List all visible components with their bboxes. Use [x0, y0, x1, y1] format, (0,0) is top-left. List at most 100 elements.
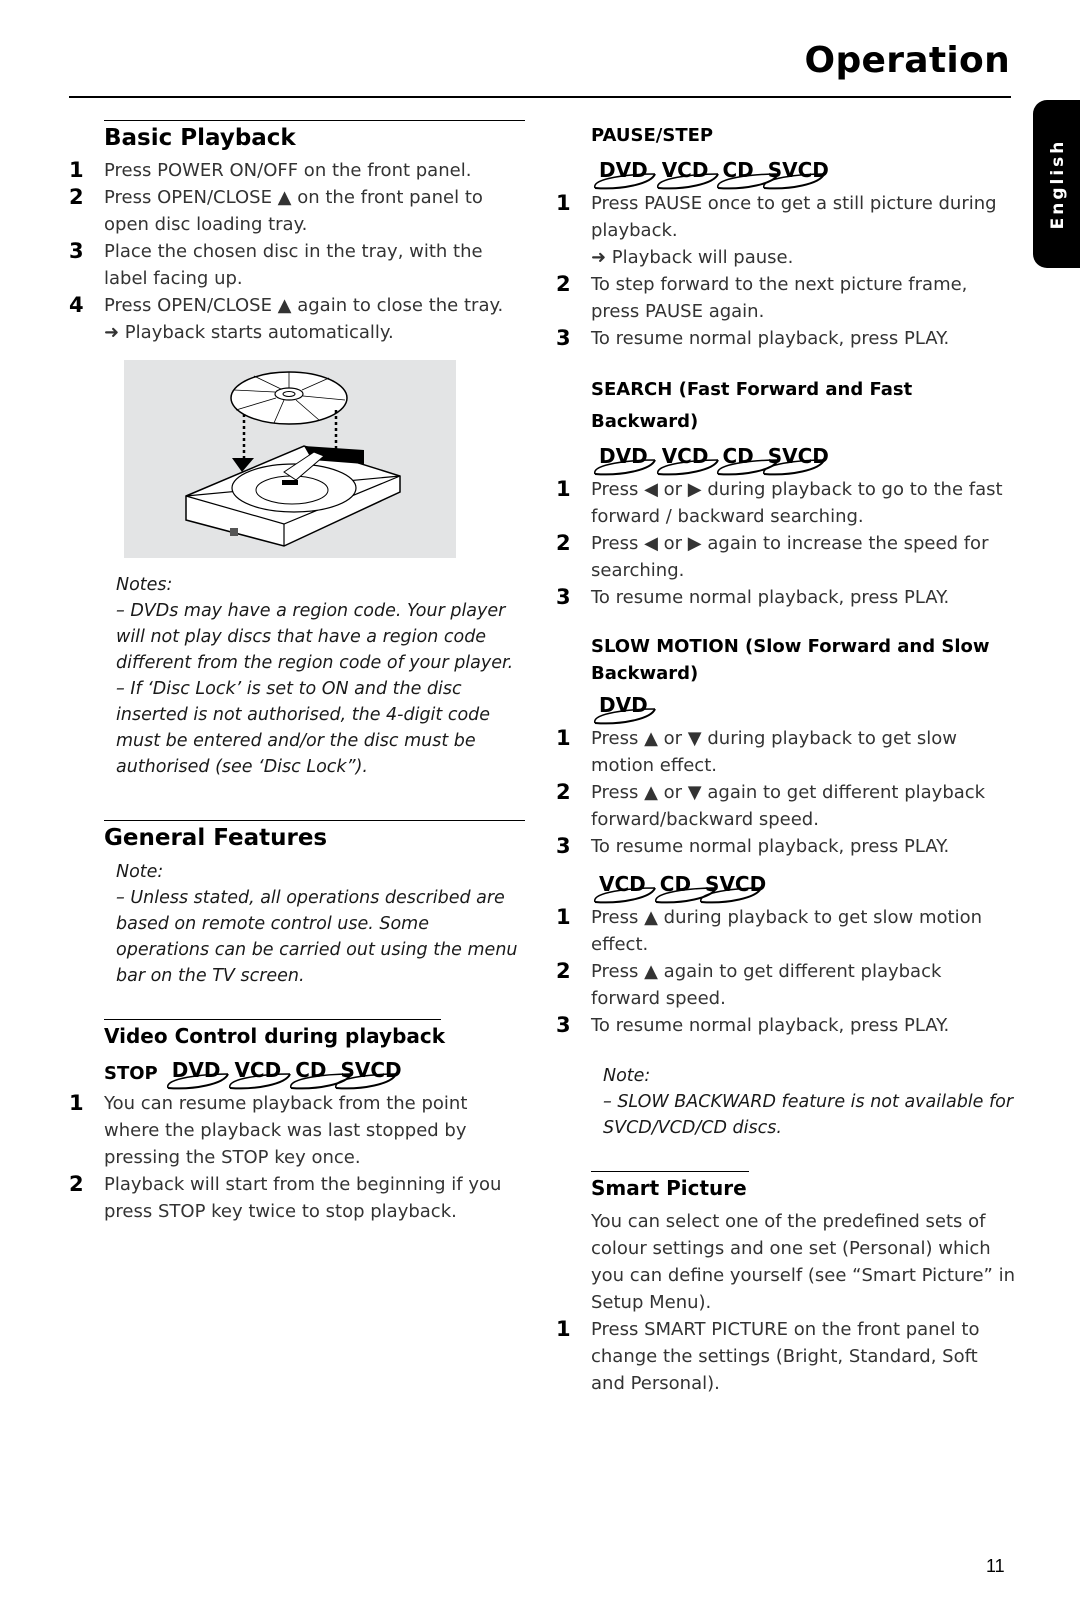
step-number: 1	[556, 477, 571, 501]
smart-picture-steps: 1 Press SMART PICTURE on the front panel …	[556, 1316, 1016, 1397]
step-item: 1 Press ▲ or ▼ during playback to get slo…	[556, 725, 1016, 779]
step-number: 4	[69, 293, 84, 317]
note-text: – SLOW BACKWARD feature is not available…	[603, 1092, 1014, 1138]
notes-label: Notes:	[116, 575, 173, 595]
pause-step-label: PAUSE/STEP	[591, 125, 714, 146]
disc-tray-illustration	[124, 360, 456, 558]
section-rule	[104, 1019, 441, 1020]
step-item: 3 To resume normal playback, press PLAY.	[556, 1012, 1016, 1039]
stop-key-row: STOP DVD VCD CD SVCD	[104, 1052, 525, 1090]
step-text: To resume normal playback, press PLAY.	[591, 836, 950, 857]
slow-motion-label: SLOW MOTION (Slow Forward and Slow Backw…	[591, 636, 990, 684]
step-result: ➜ Playback starts automatically.	[104, 322, 394, 343]
vcd-badge-icon: VCD	[226, 1056, 292, 1090]
pause-step-steps: 1 Press PAUSE once to get a still picture…	[556, 190, 1016, 352]
step-text: Press ▲ or ▼ again to get different play…	[591, 782, 986, 830]
dvd-badge-icon: DVD	[591, 156, 656, 190]
step-text: To resume normal playback, press PLAY.	[591, 1015, 950, 1036]
svcd-badge-icon: SVCD	[697, 870, 766, 904]
video-control-heading: Video Control during playback	[104, 1024, 446, 1048]
left-column: Basic Playback 1 Press POWER ON/OFF on th…	[69, 120, 525, 1225]
step-text: Press POWER ON/OFF on the front panel.	[104, 160, 472, 181]
step-number: 1	[556, 1317, 571, 1341]
step-item: 3 To resume normal playback, press PLAY.	[556, 325, 1016, 352]
step-text: Press OPEN/CLOSE ▲ on the front panel to…	[104, 187, 483, 235]
step-item: 3 To resume normal playback, press PLAY.	[556, 584, 1016, 611]
step-item: 4 Press OPEN/CLOSE ▲ again to close the t…	[69, 292, 525, 346]
cd-badge-icon: CD	[714, 442, 780, 476]
step-text: Press PAUSE once to get a still picture …	[591, 193, 997, 241]
section-rule	[104, 120, 525, 121]
step-number: 2	[69, 1172, 84, 1196]
basic-playback-section: Basic Playback 1 Press POWER ON/OFF on th…	[69, 120, 525, 780]
page-number: 11	[986, 1556, 1005, 1576]
disc-badges: DVD VCD CD SVCD	[591, 440, 1016, 476]
step-number: 3	[556, 834, 571, 858]
page-title: Operation	[804, 40, 1010, 81]
note-label: Note:	[116, 862, 164, 882]
cd-badge-icon: CD	[287, 1056, 353, 1090]
step-text: Press ▲ or ▼ during playback to get slow…	[591, 728, 957, 776]
step-number: 1	[69, 158, 84, 182]
disc-badges: VCD CD SVCD	[591, 868, 1016, 904]
svcd-badge-icon: SVCD	[332, 1056, 402, 1090]
step-item: 1 You can resume playback from the point …	[69, 1090, 525, 1171]
stop-label: STOP	[104, 1063, 158, 1084]
step-text: Playback will start from the beginning i…	[104, 1174, 502, 1222]
right-column: PAUSE/STEP DVD VCD CD SVCD 1 Press PAUSE …	[556, 120, 1016, 1397]
step-text: Press SMART PICTURE on the front panel t…	[591, 1319, 980, 1394]
step-item: 2 Press OPEN/CLOSE ▲ on the front panel t…	[69, 184, 525, 238]
section-rule	[104, 820, 525, 821]
smart-picture-section: Smart Picture You can select one of the …	[556, 1171, 1016, 1397]
step-item: 3 Place the chosen disc in the tray, with…	[69, 238, 525, 292]
slow-motion-vcd-steps: 1 Press ▲ during playback to get slow mot…	[556, 904, 1016, 1039]
title-rule	[69, 96, 1011, 98]
cd-badge-icon: CD	[714, 156, 780, 190]
step-number: 2	[69, 185, 84, 209]
step-text: Press ◀ or ▶ during playback to go to th…	[591, 479, 1003, 527]
step-item: 1 Press SMART PICTURE on the front panel …	[556, 1316, 1016, 1397]
step-number: 2	[556, 272, 571, 296]
step-number: 3	[556, 585, 571, 609]
vcd-badge-icon: VCD	[654, 156, 719, 190]
step-item: 1 Press ▲ during playback to get slow mot…	[556, 904, 1016, 958]
disc-badges: DVD VCD CD SVCD	[591, 154, 1016, 190]
smart-picture-heading: Smart Picture	[591, 1176, 747, 1200]
step-text: Press ◀ or ▶ again to increase the speed…	[591, 533, 989, 581]
disc-badges: DVD	[591, 689, 1016, 725]
general-features-section: General Features Note: – Unless stated, …	[69, 820, 525, 989]
step-item: 2 To step forward to the next picture fra…	[556, 271, 1016, 325]
step-text: To step forward to the next picture fram…	[591, 274, 968, 322]
slow-motion-note: Note: – SLOW BACKWARD feature is not ava…	[603, 1063, 1016, 1141]
note-item: – DVDs may have a region code. Your play…	[116, 601, 514, 673]
cd-badge-icon: CD	[652, 870, 717, 904]
step-text: Press OPEN/CLOSE ▲ again to close the tr…	[104, 295, 504, 316]
svcd-badge-icon: SVCD	[760, 156, 829, 190]
step-text: You can resume playback from the point w…	[104, 1093, 468, 1168]
step-number: 3	[556, 1013, 571, 1037]
step-number: 1	[556, 905, 571, 929]
language-tab-label: English	[1048, 138, 1068, 230]
dvd-badge-icon: DVD	[591, 442, 656, 476]
step-number: 2	[556, 780, 571, 804]
step-number: 1	[556, 726, 571, 750]
search-steps: 1 Press ◀ or ▶ during playback to go to t…	[556, 476, 1016, 611]
step-number: 1	[69, 1091, 84, 1115]
video-control-section: Video Control during playback STOP DVD V…	[69, 1019, 525, 1225]
step-number: 1	[556, 191, 571, 215]
search-section: SEARCH (Fast Forward and Fast Backward) …	[556, 374, 1016, 611]
step-item: 2 Press ◀ or ▶ again to increase the spee…	[556, 530, 1016, 584]
step-item: 2 Press ▲ or ▼ again to get different pla…	[556, 779, 1016, 833]
section-rule	[591, 1171, 749, 1172]
dvd-badge-icon: DVD	[164, 1056, 229, 1090]
basic-playback-notes: Notes: – DVDs may have a region code. Yo…	[116, 572, 525, 780]
disc-tray-drawing	[185, 371, 401, 547]
note-text: – Unless stated, all operations describe…	[116, 888, 518, 986]
basic-playback-heading: Basic Playback	[104, 125, 296, 151]
basic-playback-steps: 1 Press POWER ON/OFF on the front panel. …	[69, 157, 525, 346]
step-number: 2	[556, 959, 571, 983]
smart-picture-intro: You can select one of the predefined set…	[591, 1211, 1016, 1313]
vcd-badge-icon: VCD	[591, 870, 656, 904]
note-item: – If ‘Disc Lock’ is set to ON and the di…	[116, 679, 491, 777]
step-text: To resume normal playback, press PLAY.	[591, 328, 950, 349]
